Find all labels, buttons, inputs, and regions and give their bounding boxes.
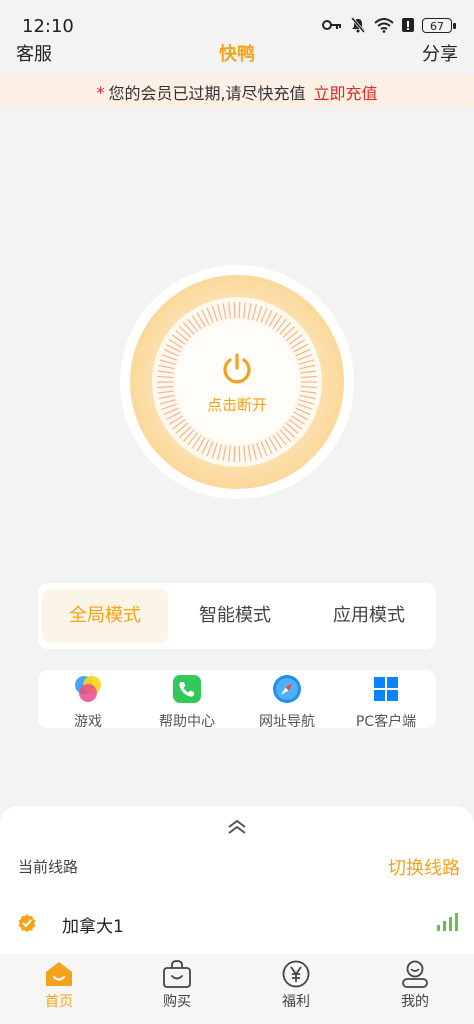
battery-indicator: 67 xyxy=(422,17,456,33)
key-icon xyxy=(322,20,341,30)
quick-game[interactable]: 游戏 xyxy=(38,674,138,731)
chevron-up-icon[interactable] xyxy=(225,818,249,836)
game-icon xyxy=(75,676,101,702)
tab-buy[interactable]: 购买 xyxy=(118,960,236,1011)
tab-benefits-label: 福利 xyxy=(282,994,310,1010)
quick-nav[interactable]: 网址导航 xyxy=(237,674,337,731)
quick-help-label: 帮助中心 xyxy=(159,714,215,730)
tab-buy-label: 购买 xyxy=(163,994,191,1010)
tab-benefits[interactable]: 福利 xyxy=(237,960,355,1011)
quick-nav-label: 网址导航 xyxy=(259,714,315,730)
wifi-icon xyxy=(374,18,394,33)
phone-icon xyxy=(173,675,201,703)
mode-selector: 全局模式 智能模式 应用模式 xyxy=(38,583,436,649)
dial-tick xyxy=(238,445,241,462)
compass-icon xyxy=(273,675,301,703)
quick-pc-label: PC客户端 xyxy=(355,714,417,730)
signal-strength-icon xyxy=(437,913,458,931)
dial-tick xyxy=(238,302,241,319)
mode-smart[interactable]: 智能模式 xyxy=(172,589,298,643)
share-button[interactable]: 分享 xyxy=(422,40,458,66)
power-icon xyxy=(223,353,251,384)
status-time: 12:10 xyxy=(22,16,74,37)
status-icons: 67 xyxy=(322,17,456,33)
power-toggle[interactable]: 点击断开 xyxy=(119,264,355,500)
status-bar: 12:10 67 xyxy=(0,0,474,40)
quick-game-label: 游戏 xyxy=(74,714,102,730)
tab-home[interactable]: 首页 xyxy=(0,960,118,1011)
quick-links: 游戏 帮助中心 网址导航 PC客户端 xyxy=(38,670,436,731)
recharge-link[interactable]: 立即充值 xyxy=(314,80,378,104)
power-label: 点击断开 xyxy=(206,396,267,414)
profile-icon xyxy=(402,960,428,988)
tab-mine[interactable]: 我的 xyxy=(356,960,474,1011)
notice-star: * xyxy=(96,82,105,102)
app-title: 快鸭 xyxy=(219,44,255,65)
tab-bar: 首页 购买 福利 我的 xyxy=(0,954,474,1024)
home-icon xyxy=(46,962,72,986)
verified-badge-icon xyxy=(18,914,36,932)
route-item[interactable]: 加拿大1 xyxy=(0,904,474,944)
tab-mine-label: 我的 xyxy=(401,994,429,1010)
quick-pc-client[interactable]: PC客户端 xyxy=(336,674,436,731)
quick-help[interactable]: 帮助中心 xyxy=(137,674,237,731)
dial-tick xyxy=(233,302,236,319)
tab-home-label: 首页 xyxy=(45,994,73,1010)
alert-icon xyxy=(402,18,414,32)
windows-icon xyxy=(374,677,398,701)
route-name: 加拿大1 xyxy=(62,917,124,937)
notice-message: 您的会员已过期,请尽快充值 xyxy=(108,84,306,103)
bag-icon xyxy=(163,960,191,988)
switch-route-button[interactable]: 切换线路 xyxy=(388,854,460,880)
dial-tick xyxy=(233,445,236,462)
membership-notice: * 您的会员已过期,请尽快充值 立即充值 xyxy=(0,76,474,108)
yen-icon xyxy=(282,960,310,988)
route-panel: 当前线路 切换线路 加拿大1 xyxy=(0,806,474,956)
app-header: 客服 快鸭 分享 xyxy=(0,38,474,68)
current-route-label: 当前线路 xyxy=(18,858,79,876)
bell-off-icon xyxy=(350,17,366,33)
mode-global[interactable]: 全局模式 xyxy=(42,589,168,643)
mode-app[interactable]: 应用模式 xyxy=(306,589,432,643)
